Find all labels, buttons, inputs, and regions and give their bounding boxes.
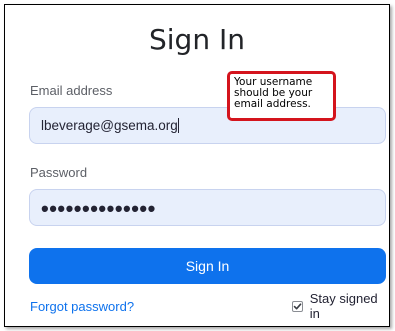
password-masked-value: •••••••••••••• xyxy=(41,196,156,221)
email-label: Email address xyxy=(30,83,113,98)
password-label: Password xyxy=(30,165,88,180)
text-caret xyxy=(177,118,179,133)
stay-signed-in-checkbox[interactable] xyxy=(292,300,303,312)
password-field[interactable]: •••••••••••••• xyxy=(29,189,386,226)
email-value: lbeverage@gsema.org xyxy=(41,118,179,133)
stay-signed-in-label: Stay signed in xyxy=(309,291,378,321)
username-annotation: Your username should be your email addre… xyxy=(227,71,336,121)
sign-in-button[interactable]: Sign In xyxy=(29,248,386,284)
annotation-line: email address. xyxy=(234,98,311,110)
page-title: Sign In xyxy=(149,23,245,56)
forgot-password-link[interactable]: Forgot password? xyxy=(30,299,134,314)
stay-signed-in-option[interactable]: Stay signed in xyxy=(292,291,389,321)
checkmark-icon xyxy=(293,302,302,309)
sign-in-panel: Sign In Email address lbeverage@gsema.or… xyxy=(4,4,390,327)
